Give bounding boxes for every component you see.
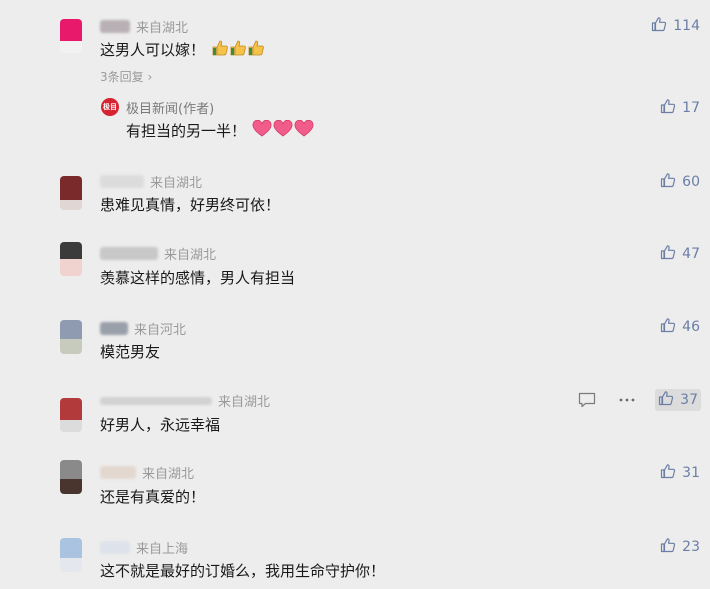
comment-text: 羡慕这样的感情，男人有担当 <box>100 269 296 287</box>
avatar[interactable] <box>60 320 82 354</box>
comment-item: 来自河北 模范男友 46 <box>0 316 710 386</box>
thumbs-up-icon <box>660 98 682 118</box>
comment-location: 来自河北 <box>134 323 187 338</box>
comment-meta: 来自湖北 <box>100 172 202 191</box>
avatar[interactable] <box>60 19 82 53</box>
comment-meta: 来自湖北 <box>100 17 188 36</box>
like-button[interactable]: 60 <box>660 172 700 192</box>
author-logo: 极目 <box>101 98 119 116</box>
thumbs-up-icon <box>660 317 682 337</box>
like-count: 47 <box>682 246 700 262</box>
like-count: 37 <box>680 392 698 408</box>
avatar[interactable] <box>60 460 82 494</box>
avatar[interactable] <box>60 176 82 210</box>
comment-item: 来自湖北 患难见真情，好男终可依！ 60 <box>0 170 710 242</box>
comment-location: 来自上海 <box>136 542 189 557</box>
like-button[interactable]: 37 <box>655 389 701 411</box>
thumbs-up-icon <box>658 390 680 410</box>
thumbs-up-icon <box>651 16 673 36</box>
username-blurred <box>100 541 130 554</box>
comment-actions <box>578 392 636 412</box>
heart-emoji <box>252 119 316 142</box>
avatar[interactable] <box>60 538 82 572</box>
like-count: 46 <box>682 319 700 335</box>
more-dots-icon[interactable] <box>618 392 636 412</box>
thumbs-up-emoji <box>211 39 265 61</box>
comment-text: 还是有真爱的！ <box>100 488 206 506</box>
comment-item: 来自湖北 好男人，永远幸福 37 <box>0 388 710 458</box>
like-button[interactable]: 114 <box>651 16 700 36</box>
thumbs-up-icon <box>660 244 682 264</box>
like-count: 114 <box>673 18 700 34</box>
comment-text: 模范男友 <box>100 343 161 361</box>
author-name: 极目新闻(作者) <box>126 102 215 117</box>
comment-item: 来自湖北 这男人可以嫁！ 3条回复 › 114 极目 极目新闻(作者) 有担当的… <box>0 0 710 170</box>
username-blurred <box>100 247 158 260</box>
like-count: 17 <box>682 100 700 116</box>
thumbs-up-icon <box>660 537 682 557</box>
comment-text: 好男人，永远幸福 <box>100 416 221 434</box>
like-count: 23 <box>682 539 700 555</box>
comment-item: 来自湖北 还是有真爱的！ 31 <box>0 460 710 530</box>
comment-location: 来自湖北 <box>150 176 203 191</box>
comment-item: 来自上海 这不就是最好的订婚么，我用生命守护你！ 23 <box>0 532 710 589</box>
username-blurred <box>100 20 130 33</box>
avatar[interactable] <box>60 398 82 432</box>
comment-location: 来自湖北 <box>142 467 195 482</box>
comment-location: 来自湖北 <box>136 21 189 36</box>
like-button[interactable]: 17 <box>660 98 700 118</box>
comment-meta: 来自湖北 <box>100 463 194 482</box>
like-button[interactable]: 47 <box>660 244 700 264</box>
like-count: 31 <box>682 465 700 481</box>
chevron-right-icon: › <box>143 70 153 84</box>
thumbs-up-icon <box>660 172 682 192</box>
comment-location: 来自湖北 <box>218 395 271 410</box>
avatar[interactable] <box>60 242 82 276</box>
comment-text: 这不就是最好的订婚么，我用生命守护你！ <box>100 562 386 580</box>
like-button[interactable]: 46 <box>660 317 700 337</box>
username-blurred <box>100 175 144 188</box>
comment-location: 来自湖北 <box>164 248 217 263</box>
like-count: 60 <box>682 174 700 190</box>
comment-meta: 来自上海 <box>100 538 188 557</box>
author-reply-text: 有担当的另一半！ <box>126 119 316 142</box>
comment-item: 来自湖北 羡慕这样的感情，男人有担当 47 <box>0 242 710 314</box>
username-blurred <box>100 396 212 405</box>
username-blurred <box>100 322 128 335</box>
username-blurred <box>100 466 136 479</box>
comment-meta: 来自河北 <box>100 319 186 338</box>
comment-meta: 来自湖北 <box>100 391 270 410</box>
replies-link[interactable]: 3条回复 › <box>100 68 152 85</box>
like-button[interactable]: 23 <box>660 537 700 557</box>
thumbs-up-icon <box>660 463 682 483</box>
comment-text: 患难见真情，好男终可依！ <box>100 196 281 214</box>
like-button[interactable]: 31 <box>660 463 700 483</box>
comment-bubble-icon[interactable] <box>578 392 596 412</box>
comment-meta: 来自湖北 <box>100 244 216 263</box>
comment-text: 这男人可以嫁！ <box>100 39 265 61</box>
